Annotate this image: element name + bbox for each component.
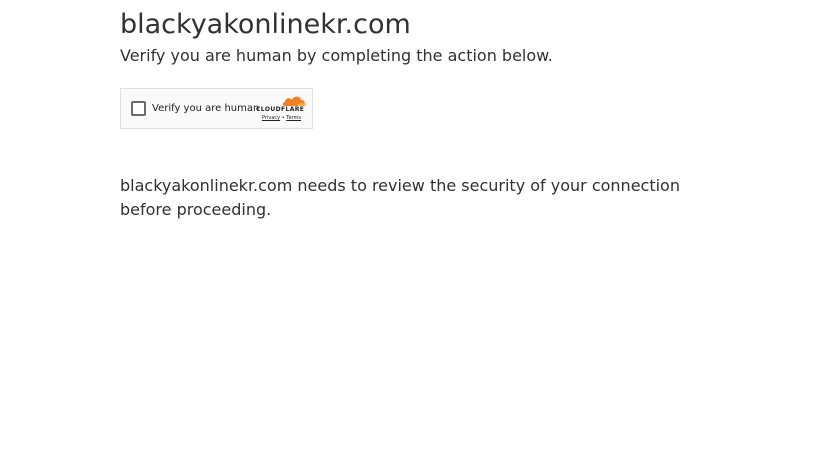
security-message: blackyakonlinekr.com needs to review the… [120, 176, 680, 219]
widget-links: Privacy • Terms [262, 114, 301, 122]
verify-checkbox[interactable] [131, 101, 146, 116]
verify-label[interactable]: Verify you are human [152, 102, 259, 116]
terms-link[interactable]: Terms [286, 115, 301, 121]
privacy-link[interactable]: Privacy [262, 115, 280, 121]
challenge-subtitle: Verify you are human by completing the a… [120, 46, 553, 65]
link-separator: • [281, 115, 285, 121]
site-title: blackyakonlinekr.com [120, 9, 411, 40]
cloudflare-logo: CLOUDFLARE [256, 106, 305, 113]
challenge-container: blackyakonlinekr.com Verify you are huma… [120, 8, 720, 219]
turnstile-widget: Verify you are human CLOUDFLARE Privacy … [120, 88, 313, 129]
